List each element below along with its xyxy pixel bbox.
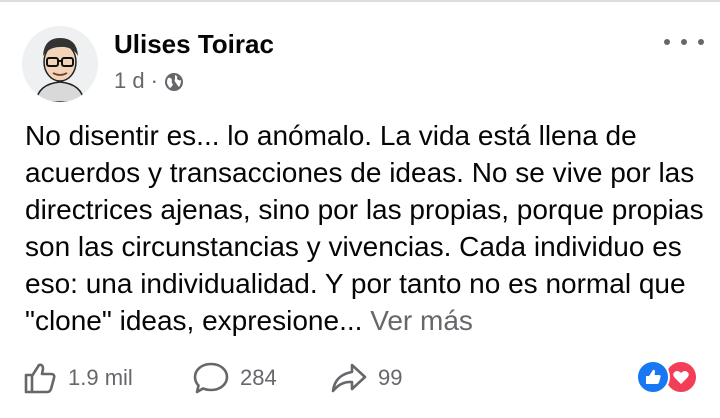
author-name[interactable]: Ulises Toirac [114, 29, 274, 59]
comment-count: 284 [240, 365, 277, 390]
see-more-link[interactable]: Ver más [370, 305, 473, 336]
dot [698, 39, 704, 45]
share-icon [331, 363, 367, 393]
post-time[interactable]: 1 d [114, 67, 145, 95]
dot [664, 39, 670, 45]
post-meta: 1 d · [114, 67, 184, 95]
thumbs-up-icon [24, 363, 56, 394]
post-body: No disentir es... lo anómalo. La vida es… [25, 120, 704, 336]
reaction-summary[interactable] [636, 358, 698, 394]
like-count: 1.9 mil [68, 365, 133, 390]
share-count: 99 [378, 365, 403, 390]
like-button[interactable]: 1.9 mil [22, 354, 133, 402]
top-divider [0, 0, 720, 2]
globe-icon [164, 71, 184, 91]
share-button[interactable]: 99 [330, 354, 402, 402]
like-reaction-icon [636, 360, 670, 394]
dot [681, 39, 687, 45]
comment-button[interactable]: 284 [192, 354, 277, 402]
comment-icon [193, 362, 229, 394]
meta-separator: · [150, 68, 158, 93]
post-text: No disentir es... lo anómalo. La vida es… [25, 117, 705, 343]
action-bar: 1.9 mil 284 99 [0, 354, 720, 402]
author-avatar[interactable] [22, 26, 98, 102]
more-options-icon[interactable] [664, 32, 704, 52]
